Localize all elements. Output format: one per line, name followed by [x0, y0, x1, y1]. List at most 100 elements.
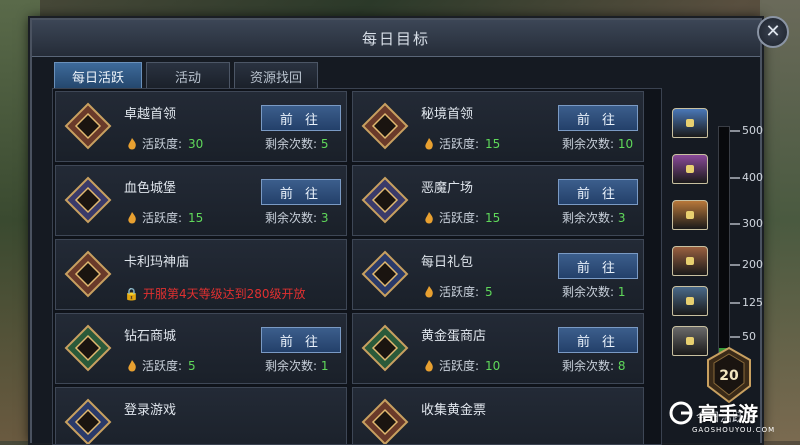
go-button[interactable]: 前 往: [261, 179, 341, 205]
activity-label: 活跃度:: [142, 137, 183, 151]
close-icon: ✕: [765, 21, 781, 42]
task-emblem-icon: [361, 250, 409, 298]
remaining-label: 剩余次数:: [562, 137, 615, 151]
scale-tick: [730, 302, 740, 304]
flame-icon: [425, 285, 433, 297]
scale-tick: [730, 336, 740, 338]
task-locked-note: 🔒 开服第4天等级达到280级开放: [124, 285, 306, 302]
task-card: 恶魔广场 前 往 活跃度: 15 剩余次数: 3: [352, 165, 644, 236]
task-emblem-icon: [64, 176, 112, 224]
watermark-name: 高手游: [698, 402, 758, 426]
activity-value: 30: [188, 136, 204, 151]
task-activity: 活跃度: 30: [126, 135, 203, 152]
activity-label: 活跃度:: [439, 285, 480, 299]
activity-current-value: 20: [719, 368, 739, 384]
daily-goals-window: 每日目标 每日活跃 活动 资源找回 卓越首领前 往 活跃度: 30 剩余次数: …: [30, 18, 763, 445]
task-remaining: 剩余次数: 1: [265, 357, 329, 374]
scale-label: 125: [742, 296, 763, 309]
tab-daily-activity[interactable]: 每日活跃: [54, 62, 142, 89]
task-locked-text: 开服第4天等级达到280级开放: [142, 287, 306, 301]
task-activity: 活跃度: 10: [423, 357, 500, 374]
task-title: 血色城堡: [124, 181, 177, 196]
watermark-logo-icon: [669, 401, 693, 424]
reward-chest-icon[interactable]: [672, 200, 708, 230]
go-button[interactable]: 前 往: [558, 179, 638, 205]
activity-value: 15: [485, 210, 501, 225]
task-emblem-icon: [361, 324, 409, 372]
tab-events[interactable]: 活动: [146, 62, 230, 89]
remaining-value: 1: [320, 359, 329, 373]
task-grid: 卓越首领前 往 活跃度: 30 剩余次数: 5 秘境首领前 往 活跃度: 15 …: [55, 91, 644, 444]
task-title: 恶魔广场: [421, 181, 474, 196]
task-card: 血色城堡 前 往 活跃度: 15 剩余次数: 3: [55, 165, 347, 236]
task-title: 收集黄金票: [421, 403, 487, 418]
remaining-label: 剩余次数:: [562, 285, 615, 299]
remaining-label: 剩余次数:: [265, 211, 318, 225]
go-button[interactable]: 前 往: [558, 327, 638, 353]
task-title: 秘境首领: [421, 107, 474, 122]
flame-icon: [425, 211, 433, 223]
watermark: 高手游: [668, 398, 758, 427]
remaining-value: 5: [320, 137, 329, 151]
scale-tick: [730, 130, 740, 132]
window-title: 每日目标: [361, 29, 430, 48]
scale-label: 200: [742, 258, 763, 271]
remaining-value: 3: [617, 211, 626, 225]
activity-label: 活跃度:: [439, 359, 480, 373]
task-emblem-icon: [64, 250, 112, 298]
flame-icon: [128, 211, 136, 223]
task-activity: 活跃度: 5: [126, 357, 196, 374]
task-card: 卓越首领 前 往 活跃度: 30 剩余次数: 5: [55, 91, 347, 162]
reward-chest-icon[interactable]: [672, 326, 708, 356]
tab-resource-recovery[interactable]: 资源找回: [234, 62, 318, 89]
background-right: [760, 0, 800, 441]
activity-progress-track: [718, 126, 730, 358]
reward-chest-icon[interactable]: [672, 108, 708, 138]
activity-label: 活跃度:: [142, 359, 183, 373]
remaining-value: 10: [617, 137, 634, 151]
scale-label: 400: [742, 171, 763, 184]
task-title: 黄金蛋商店: [421, 329, 487, 344]
task-remaining: 剩余次数: 5: [265, 135, 329, 152]
task-card: 秘境首领 前 往 活跃度: 15 剩余次数: 10: [352, 91, 644, 162]
remaining-value: 8: [617, 359, 626, 373]
scale-tick: [730, 264, 740, 266]
reward-chest-icon[interactable]: [672, 154, 708, 184]
task-list[interactable]: 卓越首领前 往 活跃度: 30 剩余次数: 5 秘境首领前 往 活跃度: 15 …: [52, 88, 662, 445]
remaining-label: 剩余次数:: [562, 359, 615, 373]
activity-value: 15: [485, 136, 501, 151]
remaining-label: 剩余次数:: [265, 359, 318, 373]
task-card: 黄金蛋商店 前 往 活跃度: 10 剩余次数: 8: [352, 313, 644, 384]
task-emblem-icon: [361, 102, 409, 150]
flame-icon: [128, 359, 136, 371]
watermark-sub: GAOSHOUYOU.COM: [692, 426, 776, 434]
go-button[interactable]: 前 往: [558, 253, 638, 279]
go-button[interactable]: 前 往: [261, 105, 341, 131]
task-activity: 活跃度: 15: [423, 135, 500, 152]
activity-progress-panel: 500 400 300 200 125 50 20 今日活跃度: [662, 88, 763, 443]
activity-label: 活跃度:: [439, 137, 480, 151]
remaining-value: 3: [320, 211, 329, 225]
reward-chest-icon[interactable]: [672, 286, 708, 316]
go-button[interactable]: 前 往: [261, 327, 341, 353]
flame-icon: [128, 137, 136, 149]
scale-tick: [730, 177, 740, 179]
scale-label: 50: [742, 330, 756, 343]
flame-icon: [425, 359, 433, 371]
title-bar: 每日目标: [32, 20, 760, 57]
task-card: 钻石商城 前 往 活跃度: 5 剩余次数: 1: [55, 313, 347, 384]
task-title: 登录游戏: [124, 403, 177, 418]
scale-tick: [730, 223, 740, 225]
go-button[interactable]: 前 往: [558, 105, 638, 131]
close-button[interactable]: ✕: [757, 16, 789, 48]
task-remaining: 剩余次数: 10: [562, 135, 633, 152]
activity-value: 5: [188, 358, 196, 373]
flame-icon: [425, 137, 433, 149]
lock-icon: 🔒: [124, 286, 139, 301]
task-activity: 活跃度: 5: [423, 283, 493, 300]
activity-value: 15: [188, 210, 204, 225]
task-emblem-icon: [64, 324, 112, 372]
reward-chest-icon[interactable]: [672, 246, 708, 276]
task-emblem-icon: [64, 102, 112, 150]
task-title: 卡利玛神庙: [124, 255, 190, 270]
